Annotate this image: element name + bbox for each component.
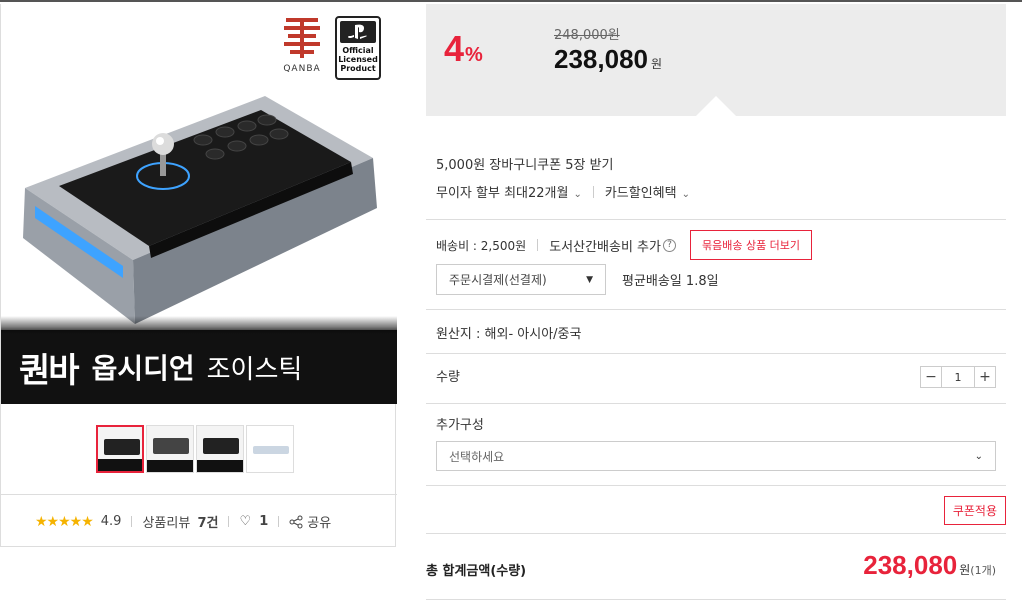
chevron-down-icon: ⌄ <box>974 450 983 462</box>
coupon-section: 쿠폰적용 <box>426 486 1006 534</box>
separator <box>537 239 539 251</box>
benefits-section: 5,000원 장바구니쿠폰 5장 받기 무이자 할부 최대22개월 ⌄ 카드할인혜… <box>426 116 1006 220</box>
product-title-banner: 퀀바 옵시디언 조이스틱 <box>1 316 397 404</box>
heart-icon: ♡ <box>239 514 252 529</box>
shipping-fee: 배송비 : 2,500원 <box>436 238 527 253</box>
sale-price: 238,080 원 <box>554 44 663 74</box>
chevron-down-icon: ⌄ <box>681 189 690 200</box>
like-button[interactable]: ♡ 1 <box>239 514 268 529</box>
quantity-section: 수량 − 1 + <box>426 354 1006 404</box>
price-box: 4% 248,000원 238,080 원 <box>426 4 1006 116</box>
quantity-increase-button[interactable]: + <box>975 367 995 387</box>
share-label: 공유 <box>307 516 332 531</box>
review-label: 상품리뷰 <box>142 516 191 531</box>
qanba-logo-icon <box>284 18 320 58</box>
banner-product-name: 옵시디언 <box>91 352 195 385</box>
qanba-logo: QANBA <box>281 16 323 78</box>
share-icon <box>289 515 303 528</box>
product-main-image: QANBA Official Licensed Product 퀀바 옵시디언 … <box>1 4 397 404</box>
island-shipping-note: 도서산간배송비 추가 <box>549 239 661 255</box>
additional-options-section: 추가구성 선택하세요 ⌄ <box>426 404 1006 486</box>
separator <box>131 516 133 527</box>
total-amount: 238,080 <box>863 550 958 580</box>
review-count: 7건 <box>197 516 219 531</box>
product-gallery: QANBA Official Licensed Product 퀀바 옵시디언 … <box>0 4 397 547</box>
review-link[interactable]: 상품리뷰 7건 <box>142 512 218 531</box>
options-label: 추가구성 <box>436 418 484 433</box>
share-button[interactable]: 공유 <box>289 512 331 531</box>
bundle-shipping-button[interactable]: 묶음배송 상품 더보기 <box>689 230 813 260</box>
card-discount-dropdown[interactable]: 카드할인혜택 ⌄ <box>605 182 690 201</box>
like-count: 1 <box>259 514 269 529</box>
shipping-section: 배송비 : 2,500원 도서산간배송비 추가 ? 묶음배송 상품 더보기 주문… <box>426 220 1006 310</box>
star-rating-icon: ★★★★★ <box>35 513 94 530</box>
thumbnail-4[interactable] <box>246 425 294 473</box>
quantity-decrease-button[interactable]: − <box>921 367 941 387</box>
rating-value: 4.9 <box>100 514 122 529</box>
playstation-badge-text: Official Licensed Product <box>338 46 378 73</box>
total-count: (1개) <box>970 564 996 577</box>
help-icon[interactable]: ? <box>662 238 676 252</box>
dropdown-arrow-icon: ▼ <box>586 274 593 285</box>
playstation-icon <box>340 21 376 43</box>
cart-coupon-link[interactable]: 5,000원 장바구니쿠폰 5장 받기 <box>436 154 1006 173</box>
total-label: 총 합계금액(수량) <box>426 564 527 579</box>
brand-logos: QANBA Official Licensed Product <box>281 16 381 80</box>
separator <box>278 516 280 527</box>
qanba-logo-text: QANBA <box>283 64 321 74</box>
arcade-stick-image <box>23 96 377 324</box>
total-unit: 원 <box>959 563 971 577</box>
separator <box>228 516 230 527</box>
banner-product-type: 조이스틱 <box>206 354 303 385</box>
thumbnail-1[interactable] <box>96 425 144 473</box>
payment-method-select[interactable]: 주문시결제(선결제) ▼ <box>436 264 606 295</box>
quantity-input[interactable]: 1 <box>941 367 975 387</box>
total-section: 총 합계금액(수량) 238,080 원 (1개) <box>426 534 1006 600</box>
thumbnail-strip <box>96 425 294 473</box>
rating-row: ★★★★★ 4.9 상품리뷰 7건 ♡ 1 공유 <box>35 512 331 532</box>
quantity-label: 수량 <box>436 370 460 385</box>
apply-coupon-button[interactable]: 쿠폰적용 <box>943 496 1006 525</box>
quantity-stepper: − 1 + <box>920 366 996 388</box>
separator <box>592 185 594 198</box>
discount-rate: 4% <box>444 28 483 69</box>
banner-brand: 퀀바 <box>19 350 80 391</box>
origin-text: 원산지 : 해외- 아시아/중국 <box>436 327 582 342</box>
benefit-row: 무이자 할부 최대22개월 ⌄ 카드할인혜택 ⌄ <box>436 182 1006 201</box>
average-shipping-days: 평균배송일 1.8일 <box>622 274 719 289</box>
product-info-panel: 4% 248,000원 238,080 원 5,000원 장바구니쿠폰 5장 받기… <box>426 4 1006 600</box>
divider <box>1 494 397 495</box>
installment-dropdown[interactable]: 무이자 할부 최대22개월 ⌄ <box>436 182 582 201</box>
playstation-licensed-badge: Official Licensed Product <box>335 16 381 80</box>
chevron-down-icon: ⌄ <box>573 189 582 200</box>
additional-option-select[interactable]: 선택하세요 ⌄ <box>436 441 996 471</box>
original-price: 248,000원 <box>554 28 620 43</box>
thumbnail-2[interactable] <box>146 425 194 473</box>
price-box-notch <box>696 96 736 116</box>
total-price: 238,080 원 (1개) <box>863 550 996 581</box>
origin-section: 원산지 : 해외- 아시아/중국 <box>426 310 1006 354</box>
thumbnail-3[interactable] <box>196 425 244 473</box>
